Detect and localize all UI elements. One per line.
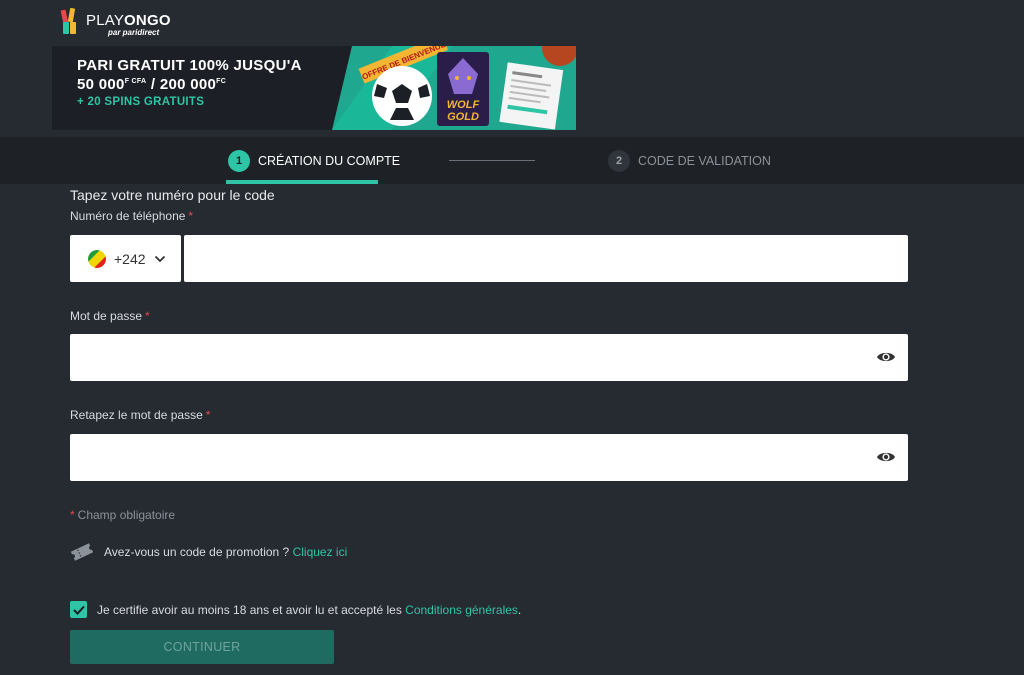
brand-logo[interactable]: PLAYONGO par paridirect bbox=[60, 8, 171, 38]
password-input[interactable] bbox=[70, 334, 908, 381]
banner-artwork: OFFRE DE BIENVENUE WOLF GOLD bbox=[332, 46, 576, 130]
step-connector bbox=[449, 160, 535, 161]
confirm-password-input[interactable] bbox=[70, 434, 908, 481]
continue-button[interactable]: CONTINUER bbox=[70, 630, 334, 664]
chevron-down-icon bbox=[154, 255, 165, 262]
eye-icon[interactable] bbox=[876, 348, 896, 366]
banner-line-3: + 20 SPINS GRATUITS bbox=[77, 95, 205, 108]
step-label: CODE DE VALIDATION bbox=[638, 153, 771, 168]
brand-name: PLAYONGO bbox=[86, 12, 171, 29]
banner-text: PARI GRATUIT 100% JUSQU'A 50 000F CFA / … bbox=[77, 57, 302, 109]
bet-slip-icon bbox=[499, 62, 564, 130]
eye-icon[interactable] bbox=[876, 448, 896, 466]
brand-tagline: par paridirect bbox=[108, 28, 160, 37]
step-account-creation[interactable]: 1 CRÉATION DU COMPTE bbox=[228, 137, 400, 184]
required-field-note: * Champ obligatoire bbox=[70, 508, 176, 522]
terms-checkbox[interactable] bbox=[70, 601, 87, 618]
checkmark-icon bbox=[72, 605, 85, 615]
step-label: CRÉATION DU COMPTE bbox=[258, 153, 401, 168]
registration-steps: 1 CRÉATION DU COMPTE 2 CODE DE VALIDATIO… bbox=[0, 137, 1024, 184]
ticket-icon bbox=[70, 543, 94, 561]
congo-flag-icon bbox=[88, 249, 106, 268]
welcome-offer-banner[interactable]: PARI GRATUIT 100% JUSQU'A 50 000F CFA / … bbox=[52, 46, 576, 130]
form-intro: Tapez votre numéro pour le code bbox=[70, 187, 275, 203]
promo-code-row: Avez-vous un code de promotion ? Cliquez… bbox=[70, 542, 347, 562]
step-number: 1 bbox=[228, 149, 250, 172]
country-code-select[interactable]: +242 bbox=[70, 235, 181, 282]
terms-text: Je certifie avoir au moins 18 ans et avo… bbox=[97, 602, 522, 617]
banner-line-1: PARI GRATUIT 100% JUSQU'A bbox=[77, 57, 302, 74]
phone-number-input[interactable] bbox=[184, 235, 908, 282]
football-icon bbox=[372, 66, 432, 126]
promo-code-link[interactable]: Cliquez ici bbox=[293, 545, 348, 559]
promo-text: Avez-vous un code de promotion ? Cliquez… bbox=[104, 545, 348, 559]
svg-text:WOLF: WOLF bbox=[447, 99, 480, 111]
active-step-indicator bbox=[226, 180, 378, 184]
banner-line-2: 50 000F CFA / 200 000FC bbox=[77, 75, 227, 93]
terms-row: Je certifie avoir au moins 18 ans et avo… bbox=[70, 601, 521, 618]
step-validation-code[interactable]: 2 CODE DE VALIDATION bbox=[608, 137, 771, 184]
confirm-password-label: Retapez le mot de passe * bbox=[70, 408, 211, 422]
svg-text:GOLD: GOLD bbox=[447, 111, 479, 123]
confirm-password-field[interactable] bbox=[70, 434, 908, 481]
wolf-gold-game-icon: WOLF GOLD bbox=[437, 52, 489, 126]
playongo-logo-icon bbox=[60, 8, 76, 34]
password-label: Mot de passe * bbox=[70, 309, 150, 323]
phone-number-field[interactable] bbox=[184, 235, 908, 282]
password-field[interactable] bbox=[70, 334, 908, 381]
terms-link[interactable]: Conditions générales bbox=[405, 603, 518, 617]
step-number: 2 bbox=[608, 149, 630, 172]
country-code-value: +242 bbox=[114, 250, 146, 267]
phone-label: Numéro de téléphone * bbox=[70, 209, 194, 223]
